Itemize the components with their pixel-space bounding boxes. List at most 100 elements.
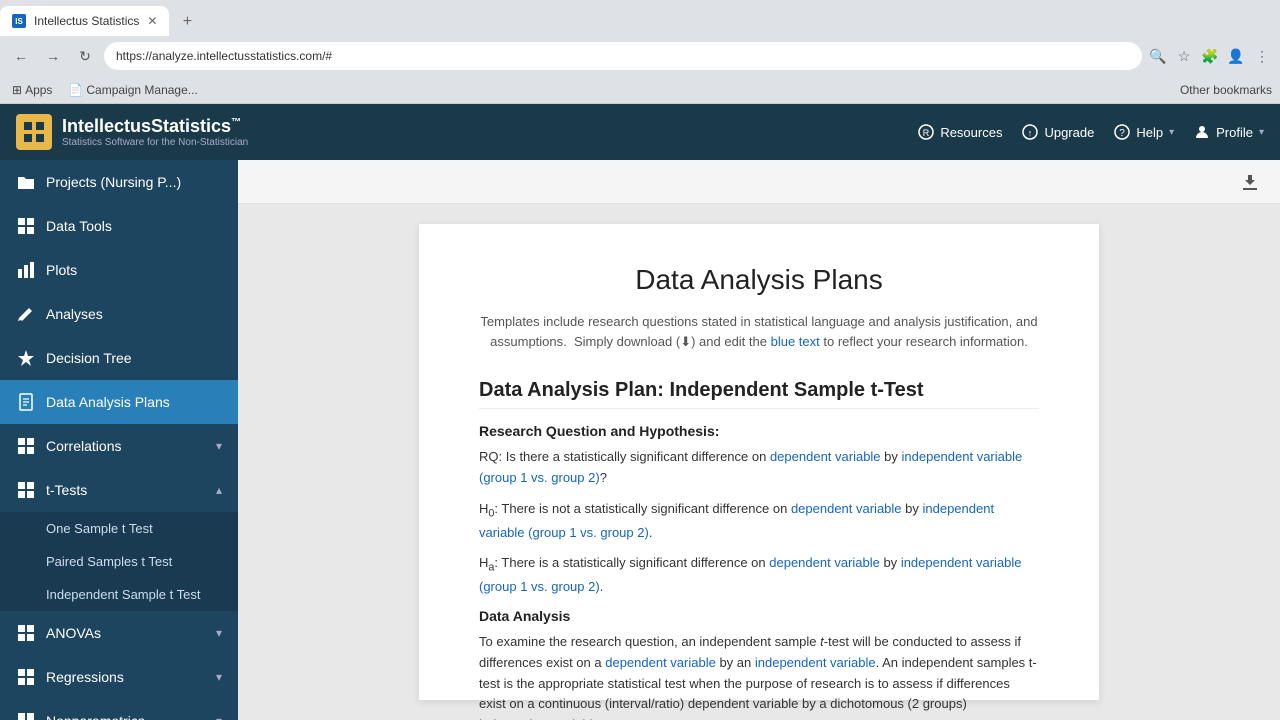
- sidebar-label-nonparametrics: Nonparametrics: [46, 713, 206, 720]
- logo-area: IntellectusStatistics™ Statistics Softwa…: [16, 114, 248, 150]
- active-tab[interactable]: IS Intellectus Statistics ✕: [0, 6, 169, 36]
- h0-ind-var-link[interactable]: independent variable (group 1 vs. group …: [479, 501, 994, 540]
- ha-ind-var-link[interactable]: independent variable (group 1 vs. group …: [479, 555, 1022, 594]
- nonparametrics-icon: [16, 711, 36, 720]
- tab-label: Intellectus Statistics: [34, 14, 139, 28]
- rq-paragraph: RQ: Is there a statistically significant…: [479, 447, 1039, 489]
- regressions-chevron-icon: ▾: [216, 670, 222, 684]
- profile-label: Profile: [1216, 125, 1253, 140]
- sidebar-item-correlations[interactable]: Correlations ▾: [0, 424, 238, 468]
- sidebar-item-analyses[interactable]: Analyses: [0, 292, 238, 336]
- sidebar-subitem-paired-samples[interactable]: Paired Samples t Test: [0, 545, 238, 578]
- sidebar-item-data-tools[interactable]: Data Tools: [0, 204, 238, 248]
- campaign-bookmark[interactable]: 📄 Campaign Manage...: [64, 81, 201, 99]
- pencil-icon: [16, 304, 36, 324]
- tab-bar: IS Intellectus Statistics ✕ +: [0, 0, 1280, 36]
- tab-close-button[interactable]: ✕: [147, 14, 157, 28]
- campaign-label: Campaign Manage...: [86, 83, 197, 97]
- sidebar-label-plots: Plots: [46, 262, 222, 278]
- paired-samples-label: Paired Samples t Test: [46, 554, 172, 569]
- resources-label: Resources: [940, 125, 1002, 140]
- menu-icon[interactable]: ⋮: [1252, 46, 1272, 66]
- help-chevron: ▾: [1169, 127, 1174, 138]
- folder-icon: [16, 172, 36, 192]
- sidebar-item-decision-tree[interactable]: Decision Tree: [0, 336, 238, 380]
- t-tests-chevron-icon: ▴: [216, 483, 222, 497]
- help-label: Help: [1136, 125, 1163, 140]
- apps-bookmark[interactable]: ⊞ Apps: [8, 81, 56, 99]
- back-button[interactable]: ←: [8, 43, 34, 69]
- svg-text:?: ?: [1120, 128, 1126, 139]
- new-tab-button[interactable]: +: [173, 8, 201, 36]
- da-heading: Data Analysis: [479, 608, 1039, 624]
- profile-icon[interactable]: 👤: [1226, 46, 1246, 66]
- one-sample-label: One Sample t Test: [46, 521, 153, 536]
- other-bookmarks[interactable]: Other bookmarks: [1180, 83, 1272, 97]
- independent-sample-label: Independent Sample t Test: [46, 587, 200, 602]
- sidebar-label-data-analysis-plans: Data Analysis Plans: [46, 394, 222, 410]
- forward-button[interactable]: →: [40, 43, 66, 69]
- bookmark-star-icon[interactable]: ☆: [1174, 46, 1194, 66]
- svg-text:↑: ↑: [1028, 128, 1033, 138]
- logo-sub: Statistics Software for the Non-Statisti…: [62, 137, 248, 148]
- browser-chrome: IS Intellectus Statistics ✕ + ← → ↻ http…: [0, 0, 1280, 104]
- sidebar-item-projects[interactable]: Projects (Nursing P...): [0, 160, 238, 204]
- upgrade-label: Upgrade: [1044, 125, 1094, 140]
- rq-ind-var-link[interactable]: independent variable (group 1 vs. group …: [479, 449, 1022, 485]
- logo-text: IntellectusStatistics™ Statistics Softwa…: [62, 116, 248, 148]
- section-heading: Data Analysis Plan: Independent Sample t…: [479, 379, 1039, 409]
- sidebar-subitem-one-sample[interactable]: One Sample t Test: [0, 512, 238, 545]
- rq-dep-var-link[interactable]: dependent variable: [770, 449, 881, 464]
- da-dep-var-link[interactable]: dependent variable: [605, 655, 716, 670]
- doc-subtitle: Templates include research questions sta…: [479, 312, 1039, 351]
- bar-chart-icon: [16, 260, 36, 280]
- resources-button[interactable]: R Resources: [918, 124, 1002, 140]
- main-area: Projects (Nursing P...) Data Tools Plots…: [0, 160, 1280, 720]
- sidebar-item-t-tests[interactable]: t-Tests ▴: [0, 468, 238, 512]
- ha-paragraph: Ha: There is a statistically significant…: [479, 553, 1039, 598]
- help-button[interactable]: ? Help ▾: [1114, 124, 1174, 140]
- sidebar-label-anovas: ANOVAs: [46, 625, 206, 641]
- da-ind-var-link[interactable]: independent variable: [755, 655, 876, 670]
- app-container: IntellectusStatistics™ Statistics Softwa…: [0, 104, 1280, 720]
- extensions-icon[interactable]: 🧩: [1200, 46, 1220, 66]
- sidebar-label-regressions: Regressions: [46, 669, 206, 685]
- anovas-icon: [16, 623, 36, 643]
- sidebar-item-plots[interactable]: Plots: [0, 248, 238, 292]
- refresh-button[interactable]: ↻: [72, 43, 98, 69]
- sidebar-label-correlations: Correlations: [46, 438, 206, 454]
- subtitle-download-icon: ⬇: [680, 334, 691, 349]
- campaign-icon: 📄: [68, 83, 83, 97]
- sidebar-item-regressions[interactable]: Regressions ▾: [0, 655, 238, 699]
- sidebar-label-decision-tree: Decision Tree: [46, 350, 222, 366]
- zoom-icon[interactable]: 🔍: [1148, 46, 1168, 66]
- document: Data Analysis Plans Templates include re…: [419, 224, 1099, 700]
- blue-text-link[interactable]: blue text: [771, 334, 820, 349]
- apps-icon: ⊞: [12, 83, 22, 97]
- top-nav: IntellectusStatistics™ Statistics Softwa…: [0, 104, 1280, 160]
- download-button[interactable]: [1236, 168, 1264, 196]
- profile-chevron: ▾: [1259, 127, 1264, 138]
- rq-heading: Research Question and Hypothesis:: [479, 423, 1039, 439]
- h0-dep-var-link[interactable]: dependent variable: [791, 501, 902, 516]
- sidebar-label-analyses: Analyses: [46, 306, 222, 322]
- nonparametrics-chevron-icon: ▾: [216, 714, 222, 720]
- upgrade-button[interactable]: ↑ Upgrade: [1022, 124, 1094, 140]
- sidebar-label-data-tools: Data Tools: [46, 218, 222, 234]
- tab-favicon: IS: [12, 14, 26, 28]
- correlations-icon: [16, 436, 36, 456]
- grid-icon: [16, 216, 36, 236]
- profile-nav-button[interactable]: Profile ▾: [1194, 124, 1264, 140]
- sidebar-item-nonparametrics[interactable]: Nonparametrics ▾: [0, 699, 238, 720]
- content-header: [238, 160, 1280, 204]
- sidebar-label-projects: Projects (Nursing P...): [46, 174, 222, 190]
- sidebar-item-anovas[interactable]: ANOVAs ▾: [0, 611, 238, 655]
- ha-dep-var-link[interactable]: dependent variable: [769, 555, 880, 570]
- anovas-chevron-icon: ▾: [216, 626, 222, 640]
- nav-actions: R Resources ↑ Upgrade ? Help ▾ Profile ▾: [918, 124, 1264, 140]
- t-tests-icon: [16, 480, 36, 500]
- sidebar-subitem-independent-sample[interactable]: Independent Sample t Test: [0, 578, 238, 611]
- address-input[interactable]: https://analyze.intellectusstatistics.co…: [104, 42, 1142, 70]
- bookmarks-bar: ⊞ Apps 📄 Campaign Manage... Other bookma…: [0, 76, 1280, 104]
- sidebar-item-data-analysis-plans[interactable]: Data Analysis Plans: [0, 380, 238, 424]
